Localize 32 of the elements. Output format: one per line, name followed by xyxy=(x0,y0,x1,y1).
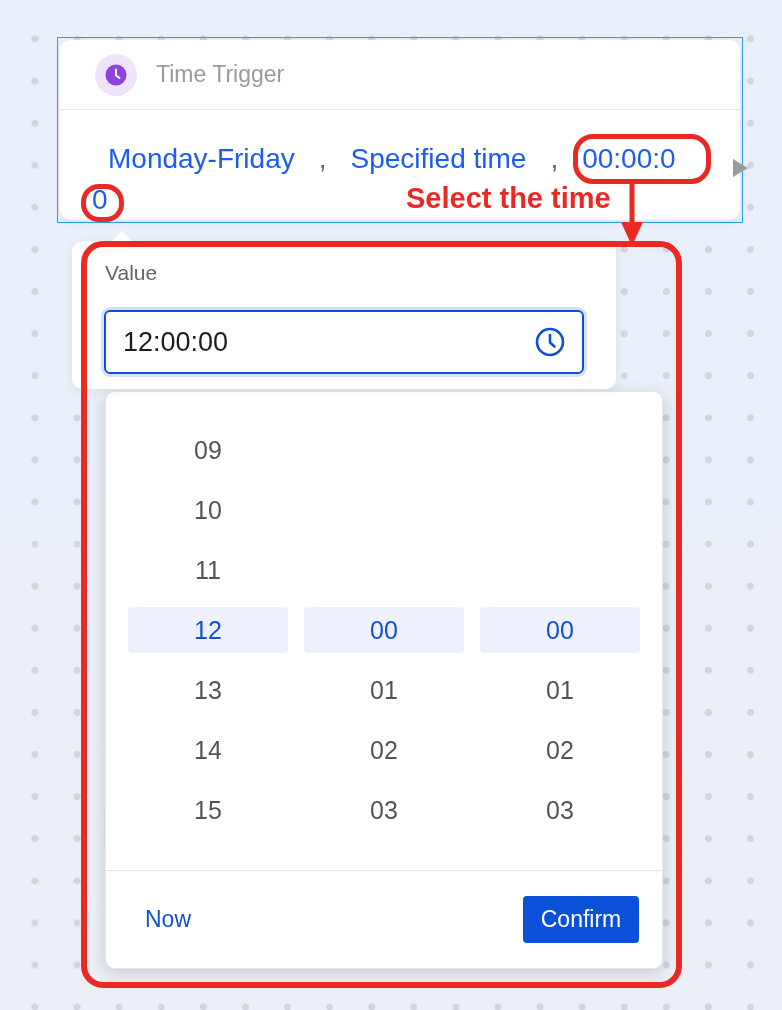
time-option[interactable]: 10 xyxy=(128,487,288,533)
time-option[interactable]: 14 xyxy=(128,727,288,773)
clock-icon xyxy=(95,53,137,96)
clock-icon[interactable] xyxy=(535,327,565,357)
comma-separator: , xyxy=(318,143,327,174)
condition-link[interactable]: 00:00:0 xyxy=(566,143,676,174)
comma-separator: , xyxy=(550,143,559,174)
now-link[interactable]: Now xyxy=(145,906,191,933)
time-input-field[interactable]: 12:00:00 xyxy=(104,310,584,374)
time-option[interactable]: 00 xyxy=(304,607,464,653)
time-option[interactable]: 02 xyxy=(304,727,464,773)
time-option[interactable]: 15 xyxy=(128,787,288,833)
time-option[interactable]: 02 xyxy=(480,727,640,773)
time-option[interactable]: 03 xyxy=(480,787,640,833)
highlight-outline xyxy=(81,184,124,222)
node-title: Time Trigger xyxy=(156,61,285,88)
callout-label: Select the time xyxy=(406,181,611,215)
time-option[interactable]: 09 xyxy=(128,427,288,473)
time-option[interactable]: 13 xyxy=(128,667,288,713)
time-option[interactable]: 11 xyxy=(128,547,288,593)
condition-link[interactable]: Specified time xyxy=(334,143,543,174)
time-option[interactable]: 12 xyxy=(128,607,288,653)
time-option[interactable]: 01 xyxy=(304,667,464,713)
time-option[interactable]: 01 xyxy=(480,667,640,713)
confirm-button[interactable]: Confirm xyxy=(523,896,639,943)
popover-tip-icon xyxy=(111,231,133,242)
condition-link[interactable]: 0 xyxy=(92,184,124,215)
time-option[interactable]: 00 xyxy=(480,607,640,653)
value-label: Value xyxy=(105,261,158,285)
caret-right-icon[interactable] xyxy=(733,159,748,177)
condition-link[interactable]: Monday-Friday xyxy=(92,143,311,174)
time-option[interactable]: 03 xyxy=(304,787,464,833)
